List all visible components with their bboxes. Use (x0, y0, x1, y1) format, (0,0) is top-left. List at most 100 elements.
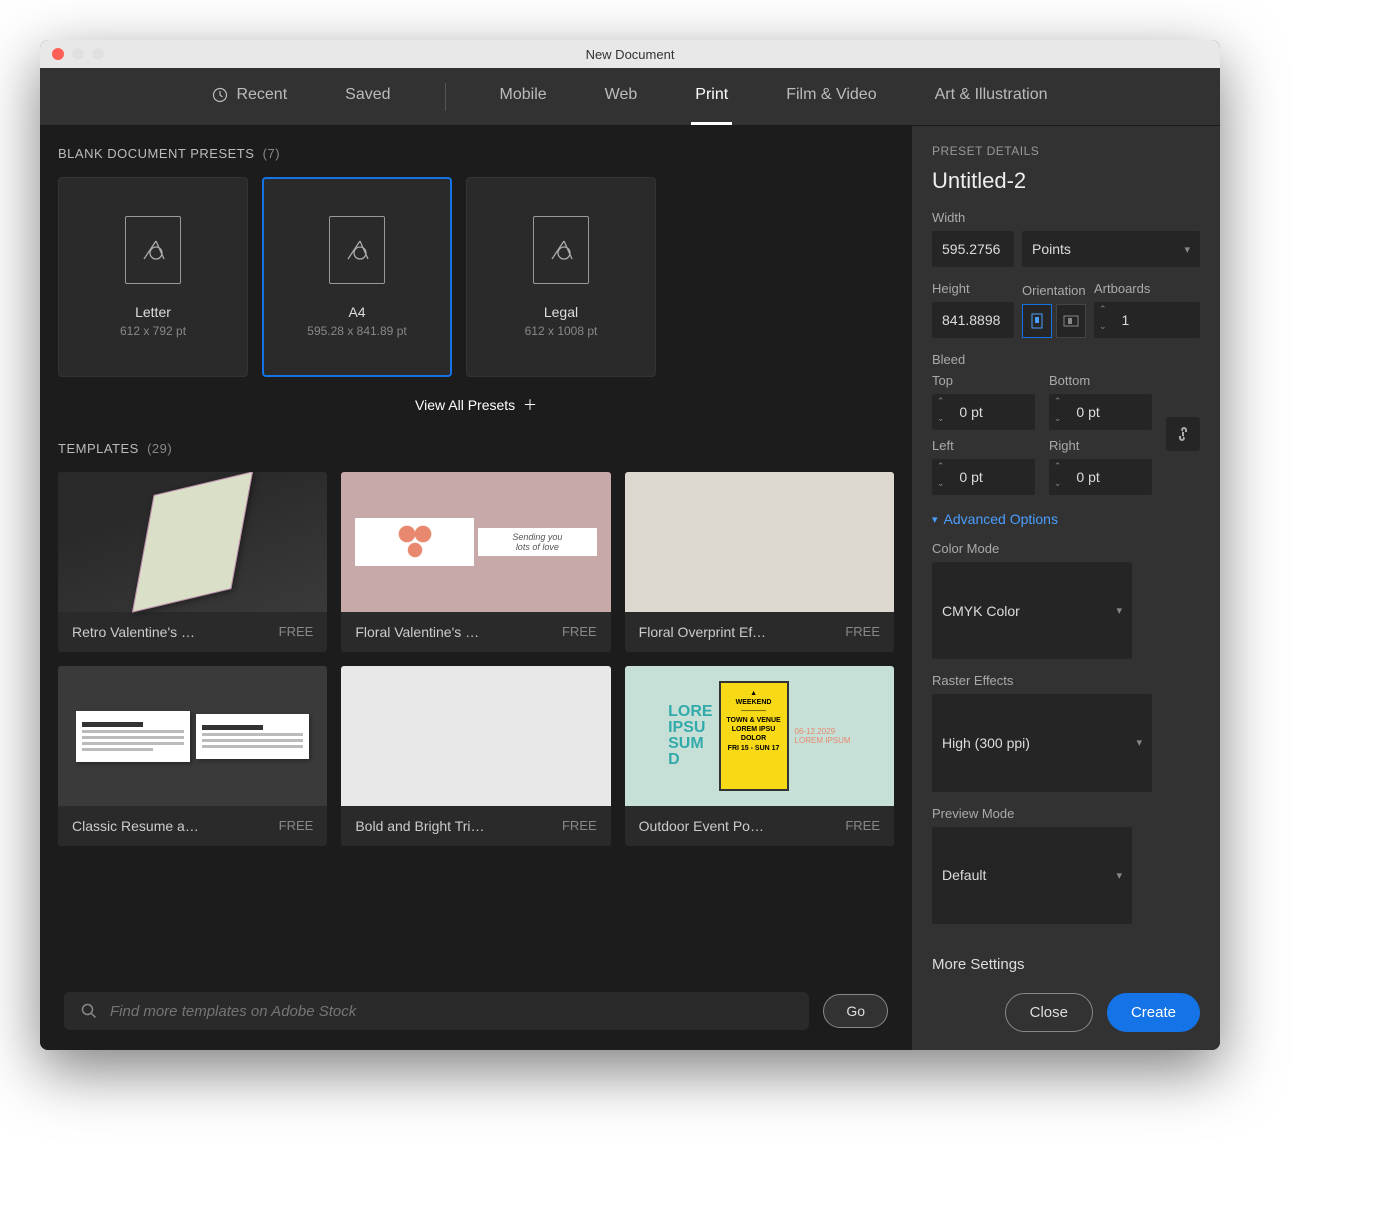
preset-card-a4[interactable]: A4 595.28 x 841.89 pt (262, 177, 452, 377)
template-card[interactable]: Classic Resume and … FREE (58, 666, 327, 846)
orientation-portrait[interactable] (1022, 304, 1052, 338)
bleed-right-input[interactable] (1066, 459, 1152, 495)
chevron-down-icon: ▾ (1116, 869, 1122, 882)
template-name: Floral Valentine's Da… (355, 624, 485, 640)
chevron-down-icon: ⌄ (1094, 319, 1112, 336)
traffic-lights (52, 48, 104, 60)
preview-mode-label: Preview Mode (932, 806, 1200, 821)
bleed-top-stepper[interactable]: ⌃⌄ (932, 394, 949, 430)
bleed-left-label: Left (932, 438, 1035, 453)
template-name: Outdoor Event Post… (639, 818, 769, 834)
document-title[interactable]: Untitled-2 (932, 168, 1200, 194)
window-title: New Document (586, 47, 675, 62)
tab-mobile[interactable]: Mobile (496, 68, 551, 125)
template-price: FREE (845, 624, 880, 640)
template-card[interactable]: Retro Valentine's Da… FREE (58, 472, 327, 652)
tab-recent[interactable]: Recent (208, 68, 291, 125)
link-icon (1175, 426, 1191, 442)
preview-mode-select[interactable]: Default▾ (932, 827, 1132, 924)
plus-icon: ＋ (523, 397, 537, 413)
maximize-window-icon (92, 48, 104, 60)
bleed-label: Bleed (932, 352, 1200, 367)
new-document-dialog: New Document Recent Saved Mobile Web Pri… (40, 40, 1220, 1050)
width-input[interactable] (932, 231, 1014, 267)
height-input[interactable] (932, 302, 1014, 338)
artboards-stepper[interactable]: ⌃⌄ (1094, 302, 1112, 338)
artboards-input[interactable] (1112, 302, 1200, 338)
tab-film-video[interactable]: Film & Video (782, 68, 880, 125)
bleed-bottom-input[interactable] (1066, 394, 1152, 430)
bleed-right-label: Right (1049, 438, 1152, 453)
bleed-left-stepper[interactable]: ⌃⌄ (932, 459, 949, 495)
landscape-icon (1063, 315, 1079, 327)
orientation-label: Orientation (1022, 283, 1086, 298)
bleed-right-stepper[interactable]: ⌃⌄ (1049, 459, 1066, 495)
close-window-icon[interactable] (52, 48, 64, 60)
chevron-down-icon: ▾ (1136, 736, 1142, 749)
template-name: Bold and Bright Trifo… (355, 818, 485, 834)
template-price: FREE (562, 818, 597, 834)
more-settings[interactable]: More Settings (932, 940, 1200, 973)
templates-section-header: TEMPLATES (29) (58, 441, 894, 456)
template-price: FREE (279, 818, 314, 834)
preset-card-legal[interactable]: Legal 612 x 1008 pt (466, 177, 656, 377)
link-bleed-button[interactable] (1166, 417, 1200, 451)
preset-details-panel: PRESET DETAILS Untitled-2 Width Points▾ … (912, 126, 1220, 1050)
units-select[interactable]: Points▾ (1022, 231, 1200, 267)
preset-name: Letter (135, 304, 171, 320)
close-button[interactable]: Close (1005, 993, 1093, 1032)
document-icon (125, 216, 181, 284)
category-tabs: Recent Saved Mobile Web Print Film & Vid… (40, 68, 1220, 126)
template-card[interactable]: Floral Overprint Effe… FREE (625, 472, 894, 652)
template-card[interactable]: Bold and Bright Trifo… FREE (341, 666, 610, 846)
width-label: Width (932, 210, 1200, 225)
template-card[interactable]: Sending youlots of love Floral Valentine… (341, 472, 610, 652)
template-price: FREE (562, 624, 597, 640)
preset-size: 612 x 1008 pt (525, 324, 598, 338)
template-price: FREE (279, 624, 314, 640)
chevron-down-icon: ▾ (932, 513, 938, 526)
template-price: FREE (845, 818, 880, 834)
titlebar: New Document (40, 40, 1220, 68)
presets-section-header: BLANK DOCUMENT PRESETS (7) (58, 146, 894, 161)
search-input[interactable] (110, 1003, 793, 1020)
search-icon (80, 1002, 98, 1020)
template-name: Retro Valentine's Da… (72, 624, 202, 640)
preset-card-letter[interactable]: Letter 612 x 792 pt (58, 177, 248, 377)
minimize-window-icon (72, 48, 84, 60)
tab-art-illustration[interactable]: Art & Illustration (931, 68, 1052, 125)
document-icon (329, 216, 385, 284)
bleed-top-label: Top (932, 373, 1035, 388)
clock-icon (212, 87, 228, 103)
document-icon (533, 216, 589, 284)
color-mode-select[interactable]: CMYK Color▾ (932, 562, 1132, 659)
tab-separator (445, 83, 446, 111)
advanced-options-toggle[interactable]: ▾ Advanced Options (932, 511, 1200, 527)
create-button[interactable]: Create (1107, 993, 1200, 1032)
preset-details-header: PRESET DETAILS (932, 144, 1200, 158)
bleed-bottom-label: Bottom (1049, 373, 1152, 388)
tab-print[interactable]: Print (691, 68, 732, 125)
preset-size: 595.28 x 841.89 pt (307, 324, 406, 338)
chevron-up-icon: ⌃ (1094, 302, 1112, 319)
color-mode-label: Color Mode (932, 541, 1200, 556)
template-card[interactable]: LOREIPSUSUMD▲WEEKEND─────TOWN & VENUELOR… (625, 666, 894, 846)
raster-effects-select[interactable]: High (300 ppi)▾ (932, 694, 1152, 791)
tab-saved[interactable]: Saved (341, 68, 394, 125)
orientation-landscape[interactable] (1056, 304, 1086, 338)
preset-size: 612 x 792 pt (120, 324, 186, 338)
bleed-top-input[interactable] (949, 394, 1035, 430)
bleed-bottom-stepper[interactable]: ⌃⌄ (1049, 394, 1066, 430)
height-label: Height (932, 281, 1014, 296)
chevron-down-icon: ▾ (1184, 243, 1190, 256)
view-all-presets[interactable]: View All Presets ＋ (58, 395, 894, 415)
bleed-left-input[interactable] (949, 459, 1035, 495)
go-button[interactable]: Go (823, 994, 888, 1028)
template-name: Classic Resume and … (72, 818, 202, 834)
raster-effects-label: Raster Effects (932, 673, 1200, 688)
preset-name: A4 (348, 304, 365, 320)
preset-name: Legal (544, 304, 578, 320)
chevron-down-icon: ▾ (1116, 604, 1122, 617)
tab-web[interactable]: Web (601, 68, 642, 125)
portrait-icon (1031, 313, 1043, 329)
